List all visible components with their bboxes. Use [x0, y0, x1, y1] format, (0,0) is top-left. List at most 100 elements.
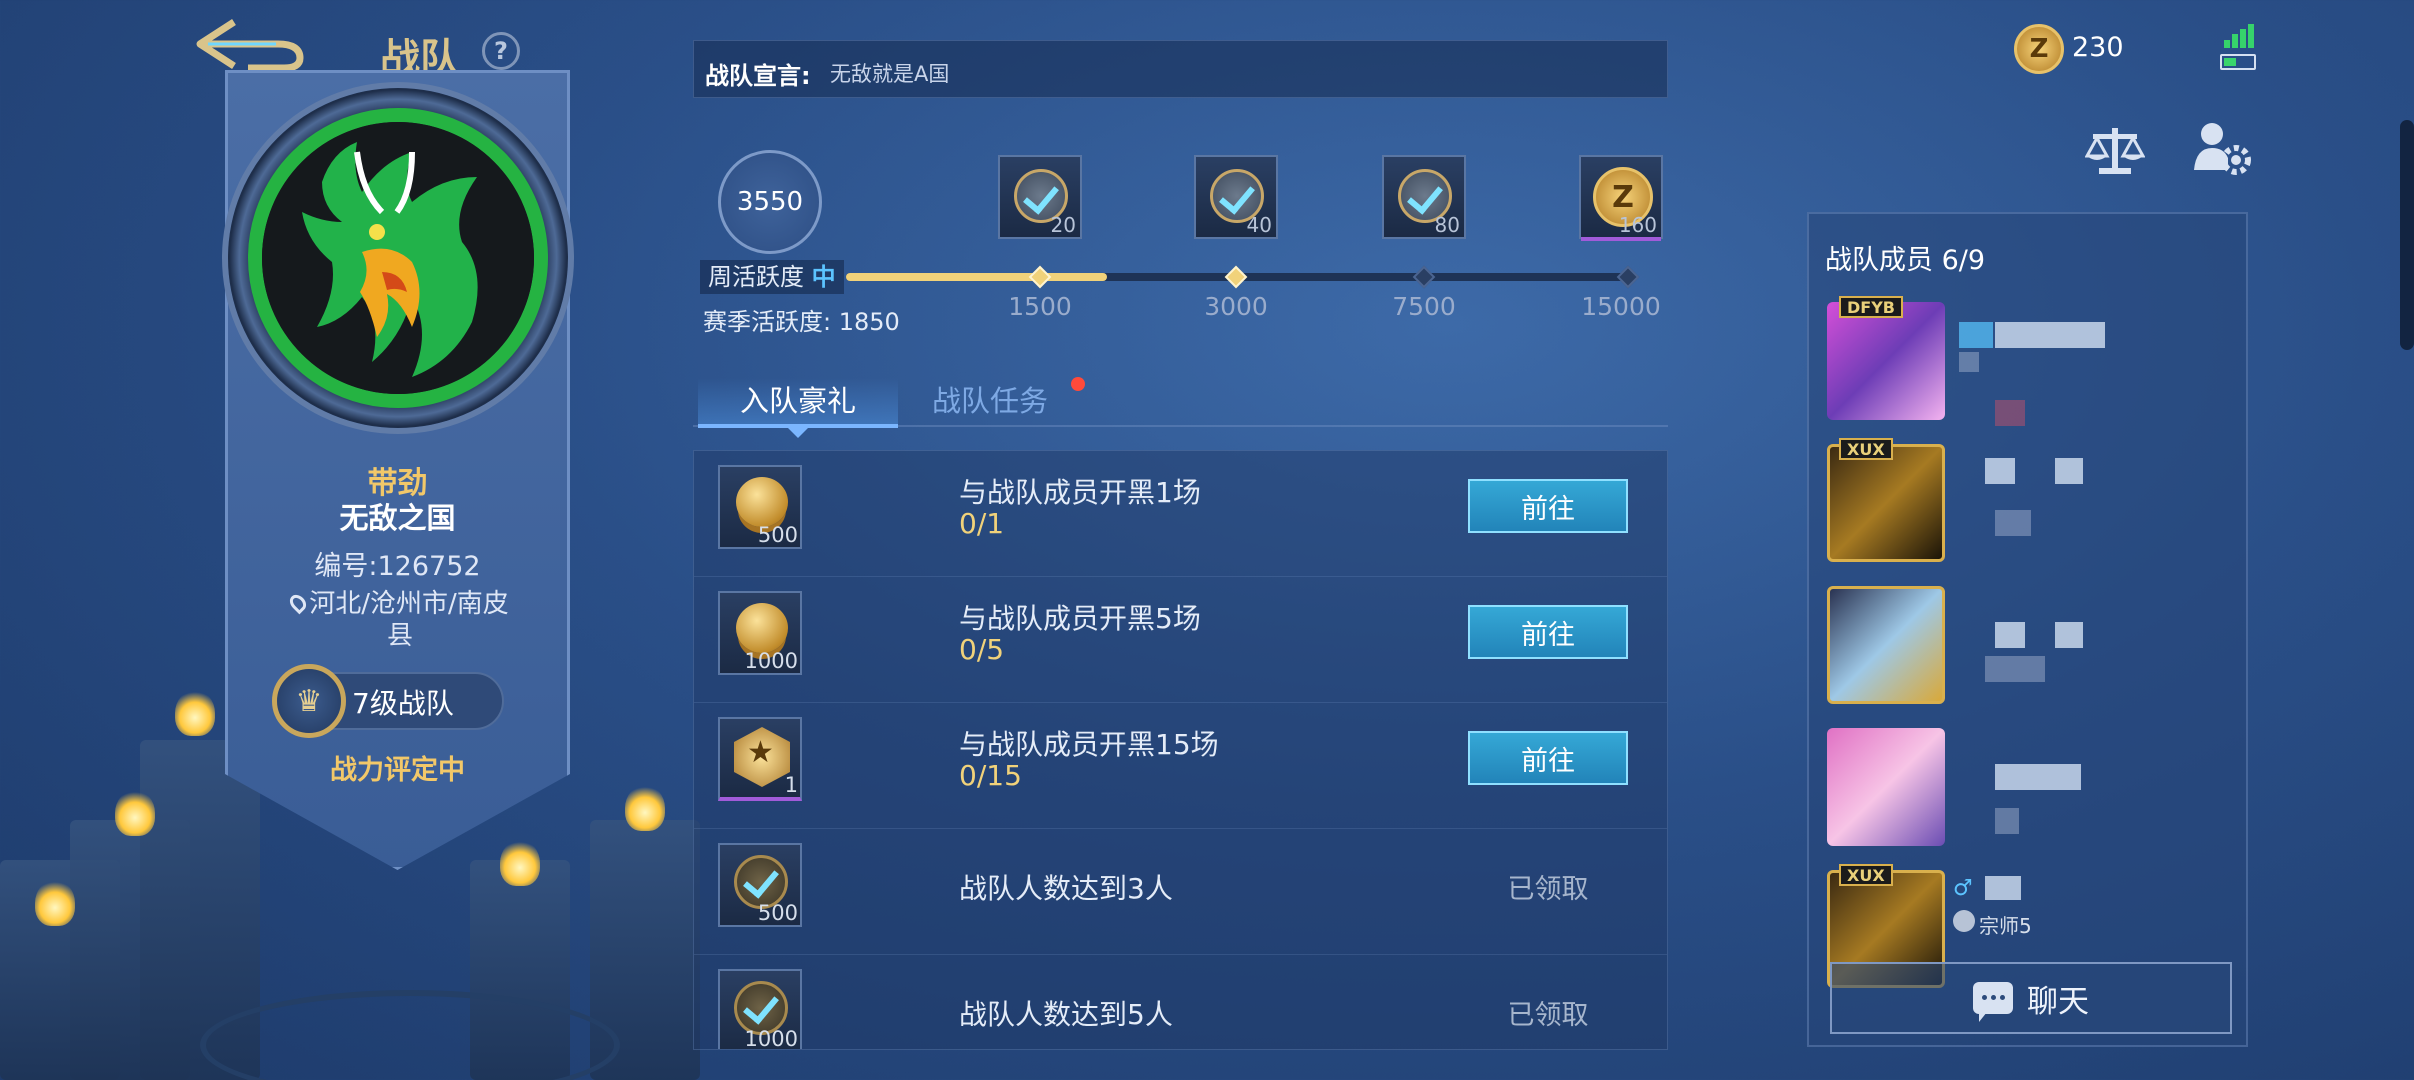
member-row[interactable] — [1819, 586, 2239, 716]
member-row[interactable]: DFYB — [1819, 296, 2239, 432]
reward-qty: 20 — [1050, 213, 1076, 237]
avatar-frame-tag: XUX — [1839, 438, 1893, 460]
signal-icon — [2224, 24, 2254, 48]
reward-qty: 1 — [784, 773, 798, 797]
avatar[interactable] — [1827, 302, 1945, 420]
avatar-frame-tag: XUX — [1839, 864, 1893, 886]
avatar[interactable] — [1827, 728, 1945, 846]
milestone-node — [1224, 265, 1248, 289]
torch-flame — [625, 785, 665, 831]
go-button[interactable]: 前往 — [1468, 605, 1628, 659]
reward-qty: 160 — [1618, 213, 1657, 237]
redacted-block — [2055, 622, 2083, 648]
torch-flame — [175, 690, 215, 736]
redacted-block — [1985, 458, 2015, 484]
milestone-reward-2[interactable]: 40 — [1194, 155, 1278, 239]
redacted-block — [1995, 510, 2031, 536]
gold-coin-icon — [736, 603, 788, 653]
reward-qty: 500 — [757, 523, 798, 547]
milestone-label: 1500 — [1008, 292, 1072, 321]
torch-flame — [500, 840, 540, 886]
milestone-label: 7500 — [1392, 292, 1456, 321]
task-row: 1 与战队成员开黑15场 0/15 前往 — [694, 703, 1667, 829]
task-reward[interactable]: 500 — [718, 843, 802, 927]
help-icon[interactable]: ? — [482, 32, 520, 70]
dragon-emblem-icon — [262, 122, 534, 394]
tab-pointer — [788, 428, 808, 438]
milestone-node — [1616, 265, 1640, 289]
claimed-status: 已领取 — [1507, 874, 1589, 905]
task-progress: 0/1 — [959, 507, 1005, 540]
task-row: 500 与战队成员开黑1场 0/1 前往 — [694, 451, 1667, 577]
avatar[interactable] — [1827, 444, 1945, 562]
redacted-block — [1985, 656, 2045, 682]
reward-qty: 80 — [1434, 213, 1460, 237]
task-reward[interactable]: 500 — [718, 465, 802, 549]
torch-flame — [35, 880, 75, 926]
team-emblem[interactable] — [248, 108, 548, 408]
task-reward[interactable]: 1000 — [718, 969, 802, 1050]
chat-button[interactable]: 聊天 — [1830, 962, 2232, 1034]
avatar[interactable] — [1827, 586, 1945, 704]
task-progress: 0/5 — [959, 633, 1005, 666]
tab-join-gifts[interactable]: 入队豪礼 — [698, 378, 898, 428]
rank-icon — [1953, 910, 1975, 932]
redacted-block — [1959, 352, 1979, 372]
redacted-block — [1995, 764, 2081, 790]
team-coin-icon: Z — [2014, 24, 2064, 74]
task-list[interactable]: 500 与战队成员开黑1场 0/1 前往 1000 与战队成员开黑5场 0/5 … — [693, 450, 1668, 1050]
milestone-reward-3[interactable]: 80 — [1382, 155, 1466, 239]
rarity-bar — [1581, 237, 1661, 241]
task-row: 500 战队人数达到3人 已领取 — [694, 829, 1667, 955]
crown-badge-icon: ♛ — [272, 664, 346, 738]
chat-bubble-icon — [1973, 982, 2013, 1022]
location-pin-icon — [286, 591, 310, 615]
scale-icon[interactable] — [2084, 122, 2146, 178]
member-rank: 宗师5 — [1979, 914, 2032, 938]
milestone-reward-1[interactable]: 20 — [998, 155, 1082, 239]
go-button[interactable]: 前往 — [1468, 479, 1628, 533]
task-reward[interactable]: 1000 — [718, 591, 802, 675]
back-arrow-icon — [196, 19, 304, 72]
task-row: 1000 与战队成员开黑5场 0/5 前往 — [694, 577, 1667, 703]
chat-label: 聊天 — [2027, 983, 2089, 1020]
task-reward[interactable]: 1 — [718, 717, 802, 801]
milestone-reward-4[interactable]: Z 160 — [1579, 155, 1663, 241]
avatar-frame-tag: DFYB — [1839, 296, 1903, 318]
team-level: 7级战队 — [352, 687, 454, 720]
redacted-block — [1995, 622, 2025, 648]
task-title: 战队人数达到5人 — [959, 998, 1173, 1031]
team-id: 编号:126752 — [314, 551, 481, 582]
reward-qty: 1000 — [744, 1027, 798, 1050]
task-title: 战队人数达到3人 — [959, 872, 1173, 905]
team-location-text: 河北/沧州市/南皮县 — [309, 589, 509, 651]
redacted-block — [1985, 876, 2021, 900]
member-settings-icon[interactable] — [2192, 118, 2252, 178]
star-medal-icon — [734, 727, 790, 787]
reward-qty: 40 — [1246, 213, 1272, 237]
tab-team-tasks[interactable]: 战队任务 — [932, 378, 1048, 420]
milestone-node — [1028, 265, 1052, 289]
gold-coin-icon — [736, 477, 788, 527]
torch-flame — [115, 790, 155, 836]
go-button[interactable]: 前往 — [1468, 731, 1628, 785]
reward-qty: 1000 — [744, 649, 798, 673]
member-count: 战队成员 6/9 — [1825, 245, 1986, 276]
weekly-activity-text: 周活跃度 — [708, 263, 804, 291]
member-row[interactable] — [1819, 728, 2239, 858]
season-activity: 赛季活跃度: 1850 — [703, 308, 900, 336]
redacted-block — [2055, 458, 2083, 484]
task-title: 与战队成员开黑5场 — [959, 602, 1201, 635]
member-row[interactable]: XUX — [1819, 438, 2239, 574]
member-panel[interactable]: 战队成员 6/9 DFYB XUX XUX ♂ 宗师5 — [1807, 212, 2248, 1047]
back-button[interactable] — [190, 14, 308, 74]
activity-track-fill — [846, 273, 1107, 281]
redacted-block — [1995, 808, 2019, 834]
battery-icon — [2220, 54, 2256, 70]
redacted-block — [1995, 322, 2105, 348]
edge-drawer-handle[interactable] — [2400, 120, 2414, 350]
redacted-block — [1995, 400, 2025, 426]
milestone-label: 15000 — [1581, 292, 1661, 321]
task-progress: 0/15 — [959, 759, 1022, 792]
male-gender-icon: ♂ — [1953, 876, 1973, 901]
